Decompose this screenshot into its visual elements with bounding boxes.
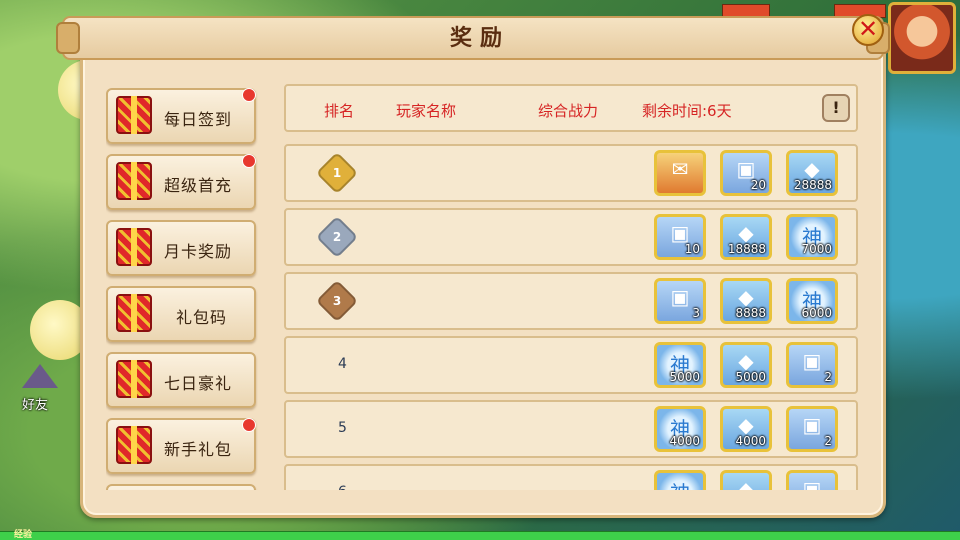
hat-icon bbox=[22, 364, 58, 388]
gift-icon bbox=[116, 228, 152, 266]
sidebar-item-daily-checkin[interactable]: 每日签到 bbox=[106, 88, 256, 144]
header-combat-power: 综合战力 bbox=[538, 102, 599, 120]
reward-quantity: 4000 bbox=[669, 434, 700, 448]
sidebar-item-newbie-pack[interactable]: 新手礼包 bbox=[106, 418, 256, 474]
notification-dot bbox=[242, 88, 256, 102]
rank-medal-icon: 2 bbox=[315, 215, 359, 259]
reward-quantity: 2 bbox=[824, 370, 832, 384]
table-row: 1 ✉ ▣ 20 ◆ 28888 bbox=[284, 144, 858, 202]
sidebar-item-gift-code[interactable]: 礼包码 bbox=[106, 286, 256, 342]
reward-quantity: 3 bbox=[692, 306, 700, 320]
reward-quantity: 6000 bbox=[801, 306, 832, 320]
info-button[interactable]: ! bbox=[822, 94, 850, 122]
reward-item-crystal[interactable]: ◆ 18888 bbox=[720, 214, 772, 260]
rank-number: 2 bbox=[332, 230, 342, 244]
reward-item-chest[interactable]: ▣ 10 bbox=[654, 214, 706, 260]
gift-icon bbox=[116, 162, 152, 200]
notification-dot bbox=[242, 154, 256, 168]
reward-item-chest[interactable]: ▣ 3 bbox=[654, 278, 706, 324]
rank-number: 5 bbox=[338, 420, 347, 436]
rank-number: 6 bbox=[338, 484, 347, 490]
reward-item-shen[interactable]: 神 6000 bbox=[786, 278, 838, 324]
reward-quantity: 2 bbox=[824, 434, 832, 448]
table-row: 3 ▣ 3 ◆ 8888 神 6000 bbox=[284, 272, 858, 330]
reward-item-crystal[interactable]: ◆ bbox=[720, 470, 772, 490]
gift-icon bbox=[116, 294, 152, 332]
table-row: 5 神 4000 ◆ 4000 ▣ 2 bbox=[284, 400, 858, 458]
reward-item-shen[interactable]: 神 bbox=[654, 470, 706, 490]
reward-quantity: 4000 bbox=[735, 434, 766, 448]
chest-icon: ▣ bbox=[802, 477, 822, 490]
sidebar: 每日签到 超级首充 月卡奖励 礼包码 七日豪礼 新手礼包 bbox=[106, 86, 258, 490]
ranking-header: 排名 玩家名称 综合战力 剩余时间:6天 ! bbox=[284, 84, 858, 132]
rank-number: 4 bbox=[338, 356, 347, 372]
exp-label: 经验 bbox=[14, 530, 33, 540]
friend-button[interactable]: 好友 bbox=[16, 362, 66, 413]
sidebar-item-seven-day[interactable]: 七日豪礼 bbox=[106, 352, 256, 408]
header-remaining-time: 剩余时间:6天 bbox=[642, 102, 732, 120]
sidebar-item-label: 月卡奖励 bbox=[164, 242, 233, 261]
notification-dot bbox=[242, 418, 256, 432]
sidebar-item-label: 新手礼包 bbox=[164, 440, 233, 459]
reward-item-crystal[interactable]: ◆ 28888 bbox=[786, 150, 838, 196]
sidebar-item-label: 超级首充 bbox=[164, 176, 233, 195]
exp-bar bbox=[0, 531, 960, 540]
reward-item-shen[interactable]: 神 5000 bbox=[654, 342, 706, 388]
table-row: 4 神 5000 ◆ 5000 ▣ 2 bbox=[284, 336, 858, 394]
sidebar-item-label: 七日豪礼 bbox=[164, 374, 233, 393]
rank-number: 1 bbox=[332, 166, 342, 180]
reward-item-shen[interactable]: 神 7000 bbox=[786, 214, 838, 260]
panel-title: 奖励 bbox=[449, 26, 510, 51]
reward-item-scroll[interactable]: ✉ bbox=[654, 150, 706, 196]
header-rank: 排名 bbox=[324, 102, 355, 120]
reward-quantity: 28888 bbox=[793, 178, 832, 192]
reward-quantity: 10 bbox=[684, 242, 700, 256]
table-row: 2 ▣ 10 ◆ 18888 神 7000 bbox=[284, 208, 858, 266]
reward-quantity: 8888 bbox=[735, 306, 766, 320]
reward-item-crystal[interactable]: ◆ 5000 bbox=[720, 342, 772, 388]
close-button[interactable]: ✕ bbox=[852, 14, 884, 46]
reward-quantity: 5000 bbox=[735, 370, 766, 384]
gift-icon bbox=[116, 96, 152, 134]
table-row: 6 神 ◆ ▣ bbox=[284, 464, 858, 490]
reward-item-crystal[interactable]: ◆ 8888 bbox=[720, 278, 772, 324]
rank-medal-icon: 3 bbox=[315, 279, 359, 323]
sidebar-item-monthly-card[interactable]: 月卡奖励 bbox=[106, 220, 256, 276]
header-player-name: 玩家名称 bbox=[396, 102, 457, 120]
reward-item-chest[interactable]: ▣ 2 bbox=[786, 342, 838, 388]
friend-label: 好友 bbox=[22, 398, 49, 413]
reward-quantity: 5000 bbox=[669, 370, 700, 384]
gift-icon bbox=[116, 426, 152, 464]
scroll-icon: ✉ bbox=[671, 157, 689, 181]
sidebar-item-partial[interactable] bbox=[106, 484, 256, 490]
reward-item-chest[interactable]: ▣ 20 bbox=[720, 150, 772, 196]
rank-number: 3 bbox=[332, 294, 342, 308]
reward-quantity: 20 bbox=[750, 178, 766, 192]
crystal-icon: ◆ bbox=[738, 477, 754, 490]
reward-item-shen[interactable]: 神 4000 bbox=[654, 406, 706, 452]
reward-quantity: 7000 bbox=[801, 242, 832, 256]
reward-quantity: 18888 bbox=[727, 242, 766, 256]
shen-icon: 神 bbox=[657, 477, 703, 490]
reward-item-chest[interactable]: ▣ bbox=[786, 470, 838, 490]
rank-medal-icon: 1 bbox=[315, 151, 359, 195]
gift-icon bbox=[116, 360, 152, 398]
sidebar-item-label: 每日签到 bbox=[164, 110, 233, 129]
sidebar-item-first-recharge[interactable]: 超级首充 bbox=[106, 154, 256, 210]
reward-item-chest[interactable]: ▣ 2 bbox=[786, 406, 838, 452]
sidebar-item-label: 礼包码 bbox=[176, 308, 228, 327]
ranking-list[interactable]: 1 ✉ ▣ 20 ◆ 28888 2 ▣ 10 ◆ 18888 神 7000 3 ▣ 3 ◆ 8888 神 6000 4… bbox=[284, 144, 860, 490]
reward-item-crystal[interactable]: ◆ 4000 bbox=[720, 406, 772, 452]
